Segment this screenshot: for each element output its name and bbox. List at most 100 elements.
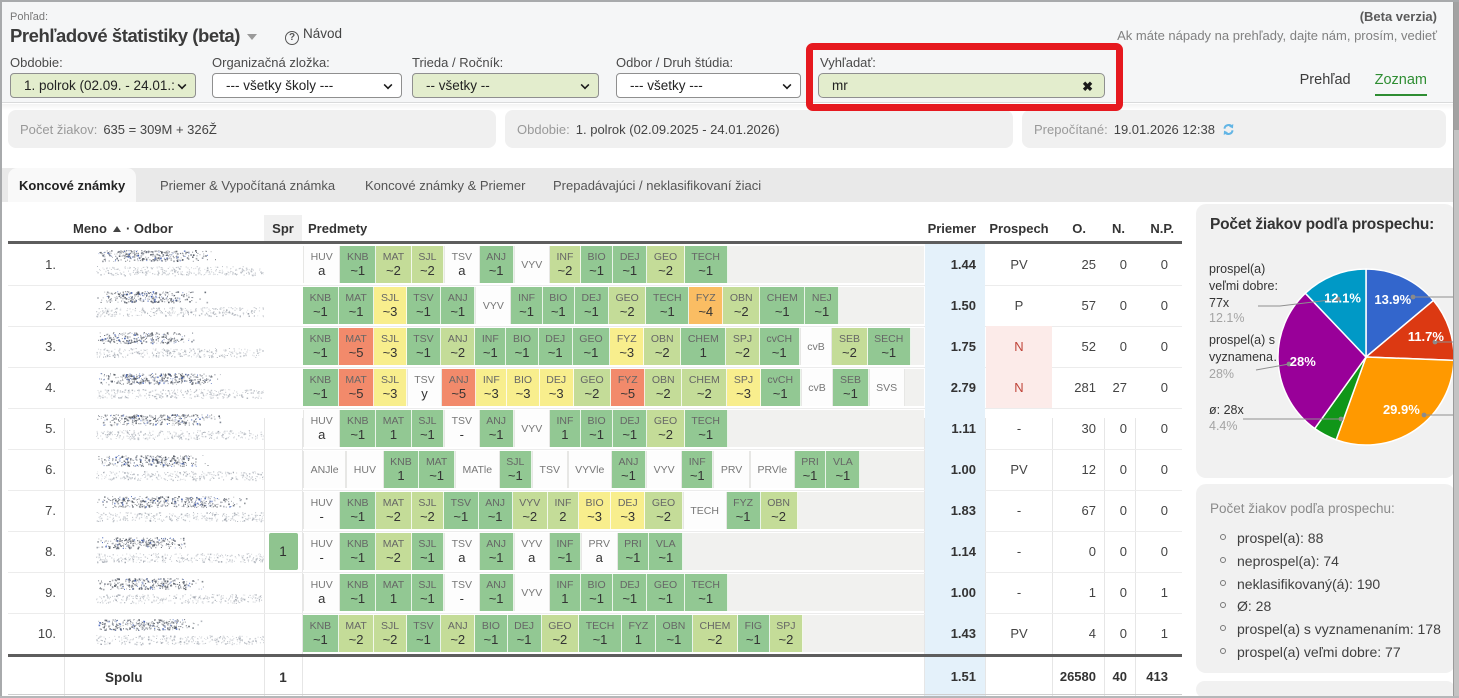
column-header-predmety[interactable]: Predmety — [308, 216, 367, 241]
view-link-zoznam[interactable]: Zoznam — [1375, 72, 1427, 96]
grade-chip-MAT[interactable]: MAT~2 — [376, 492, 412, 529]
grade-chip-ANJ[interactable]: ANJ~1 — [480, 574, 514, 611]
grade-chip-VLA[interactable]: VLA~1 — [826, 451, 860, 488]
grade-chip-cvCH[interactable]: cvCH~1 — [761, 369, 801, 406]
column-header-prospech[interactable]: Prospech — [986, 216, 1052, 241]
grade-chip-ANJ[interactable]: ANJ~1 — [480, 410, 514, 447]
grade-chip-PRVle[interactable]: PRVle — [750, 451, 795, 488]
view-link-prehlad[interactable]: Prehľad — [1300, 72, 1351, 88]
grade-chip-HUV[interactable]: HUV — [346, 451, 383, 488]
grade-chip-INF[interactable]: INF1 — [550, 574, 581, 611]
grade-chip-VYV[interactable]: VYV — [646, 451, 682, 488]
grade-chip-SJL[interactable]: SJL~2 — [412, 246, 444, 283]
grade-chip-GEO[interactable]: GEO~1 — [573, 328, 611, 365]
grade-chip-INF[interactable]: INF~1 — [682, 451, 713, 488]
column-header-spr[interactable]: Spr — [264, 215, 302, 242]
grade-chip-FIG[interactable]: FIG~1 — [738, 615, 770, 652]
student-name-blurred[interactable] — [64, 408, 264, 449]
scrollbar-thumb[interactable] — [1454, 0, 1459, 130]
grade-chip-KNB[interactable]: KNB~1 — [340, 492, 376, 529]
grade-chip-ANJ[interactable]: ANJ~1 — [612, 451, 646, 488]
grade-chip-MAT[interactable]: MAT~2 — [339, 615, 375, 652]
grade-chip-TSV[interactable]: TSV- — [444, 410, 480, 447]
grade-chip-TECH[interactable]: TECH~1 — [685, 410, 728, 447]
student-name-blurred[interactable] — [64, 531, 264, 572]
filter-select-2[interactable]: -- všetky -- — [412, 73, 599, 98]
grade-chip-MAT[interactable]: MAT1 — [376, 574, 412, 611]
grade-chip-CHEM[interactable]: CHEM1 — [681, 328, 726, 365]
grade-chip-SJL[interactable]: SJL~2 — [412, 492, 444, 529]
grade-chip-ANJle[interactable]: ANJle — [303, 451, 346, 488]
grade-chip-MAT[interactable]: MAT1 — [376, 410, 412, 447]
grade-chip-VYV[interactable]: VYV — [514, 410, 550, 447]
grade-chip-MAT[interactable]: MAT~5 — [339, 369, 375, 406]
tab-2[interactable]: Koncové známky & Priemer — [354, 168, 536, 202]
grade-chip-INF[interactable]: INF2 — [548, 492, 579, 529]
grade-chip-INF[interactable]: INF~1 — [550, 533, 581, 570]
student-name-blurred[interactable] — [64, 613, 264, 654]
grade-chip-KNB[interactable]: KNB~1 — [340, 574, 376, 611]
grade-chip-SPJ[interactable]: SPJ~3 — [727, 369, 760, 406]
grade-chip-FYZ[interactable]: FYZ1 — [622, 615, 656, 652]
grade-chip-DEJ[interactable]: DEJ~3 — [540, 369, 574, 406]
grade-chip-ANJ[interactable]: ANJ~1 — [441, 287, 475, 324]
grade-chip-HUV[interactable]: HUVa — [303, 410, 340, 447]
grade-chip-BIO[interactable]: BIO~3 — [579, 492, 611, 529]
student-name-blurred[interactable] — [64, 490, 264, 531]
grade-chip-PRV[interactable]: PRVa — [581, 533, 618, 570]
grade-chip-CHEM[interactable]: CHEM~2 — [693, 615, 738, 652]
grade-chip-DEJ[interactable]: DEJ~1 — [575, 287, 609, 324]
grade-chip-INF[interactable]: INF~3 — [476, 369, 507, 406]
grade-chip-TSV[interactable]: TSV~1 — [407, 328, 442, 365]
student-name-blurred[interactable] — [64, 367, 264, 408]
grade-chip-BIO[interactable]: BIO~1 — [543, 287, 575, 324]
grade-chip-TECH[interactable]: TECH~1 — [685, 246, 728, 283]
grade-chip-PRI[interactable]: PRI~1 — [795, 451, 827, 488]
grade-chip-TECH[interactable]: TECH~1 — [646, 287, 689, 324]
grade-chip-VYVle[interactable]: VYVle — [568, 451, 612, 488]
grade-chip-OBN[interactable]: OBN~1 — [656, 615, 693, 652]
grade-chip-TSV[interactable]: TSV~1 — [407, 287, 442, 324]
grade-chip-KNB[interactable]: KNB~1 — [303, 287, 339, 324]
grade-chip-SPJ[interactable]: SPJ~2 — [726, 328, 759, 365]
tab-3[interactable]: Prepadávajúci / neklasifikovaní žiaci — [542, 168, 772, 202]
grade-chip-SJL[interactable]: SJL~1 — [412, 574, 444, 611]
grade-chip-SPJ[interactable]: SPJ~2 — [770, 615, 803, 652]
column-header-meno[interactable]: Meno · Odbor — [73, 216, 173, 241]
grade-chip-KNB[interactable]: KNB~1 — [303, 615, 339, 652]
grade-chip-TECH[interactable]: TECH — [683, 492, 727, 529]
grade-chip-MAT[interactable]: MAT~1 — [339, 287, 375, 324]
grade-chip-GEO[interactable]: GEO~2 — [647, 410, 685, 447]
grade-chip-KNB[interactable]: KNB~1 — [340, 246, 376, 283]
refresh-icon[interactable] — [1222, 123, 1235, 136]
page-title[interactable]: Prehľadové štatistiky (beta) — [10, 25, 240, 47]
student-name-blurred[interactable] — [64, 285, 264, 326]
grade-chip-VYV[interactable]: VYVa — [514, 533, 550, 570]
grade-chip-KNB[interactable]: KNB~1 — [340, 410, 376, 447]
column-header-np[interactable]: N.P. — [1135, 216, 1174, 241]
grade-chip-DEJ[interactable]: DEJ~3 — [611, 492, 645, 529]
grade-chip-SJL[interactable]: SJL~3 — [374, 328, 406, 365]
grade-chip-HUV[interactable]: HUV- — [303, 492, 340, 529]
filter-select-0[interactable]: 1. polrok (02.09. - 24.01.: — [10, 73, 196, 98]
grade-chip-SJL[interactable]: SJL~3 — [374, 369, 406, 406]
grade-chip-GEO[interactable]: GEO~2 — [542, 615, 580, 652]
grade-chip-OBN[interactable]: OBN~2 — [645, 369, 682, 406]
grade-chip-SVS[interactable]: SVS — [869, 369, 905, 406]
grade-chip-FYZ[interactable]: FYZ~4 — [689, 287, 723, 324]
grade-chip-DEJ[interactable]: DEJ~1 — [613, 246, 647, 283]
grade-chip-FYZ[interactable]: FYZ~3 — [610, 328, 644, 365]
grade-chip-ANJ[interactable]: ANJ~5 — [442, 369, 476, 406]
tab-0[interactable]: Koncové známky — [8, 168, 136, 202]
grade-chip-CHEM[interactable]: CHEM~1 — [760, 287, 805, 324]
grade-chip-TSV[interactable]: TSV~1 — [444, 492, 479, 529]
grade-chip-GEO[interactable]: GEO~2 — [647, 246, 685, 283]
grade-chip-BIO[interactable]: BIO~1 — [475, 615, 507, 652]
grade-chip-SJL[interactable]: SJL~1 — [412, 410, 444, 447]
grade-chip-VLA[interactable]: VLA~1 — [649, 533, 683, 570]
grade-chip-SJL[interactable]: SJL~2 — [374, 615, 406, 652]
grade-chip-MAT[interactable]: MAT~5 — [339, 328, 375, 365]
grade-chip-GEO[interactable]: GEO~2 — [609, 287, 647, 324]
grade-chip-PRV[interactable]: PRV — [713, 451, 750, 488]
grade-chip-PRI[interactable]: PRI~1 — [618, 533, 650, 570]
